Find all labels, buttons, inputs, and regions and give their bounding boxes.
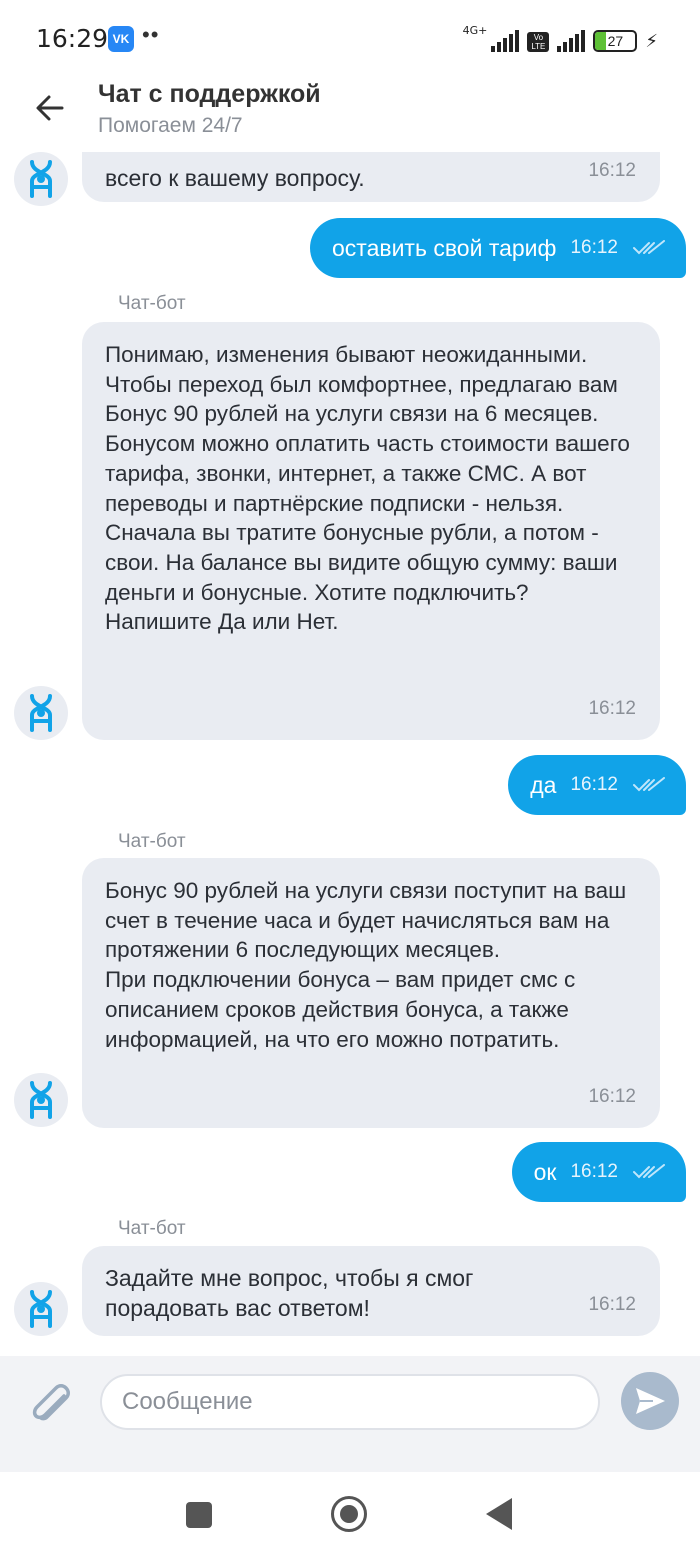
chat-header: Чат с поддержкой Помогаем 24/7 (0, 78, 700, 152)
message-text: Понимаю, изменения бывают неожиданными. … (105, 342, 630, 635)
status-bar: 16:29 VK •• 4G+ Vo LTE 27 ⚡ (0, 0, 700, 78)
bot-logo-icon (30, 1081, 52, 1119)
bot-message: Понимаю, изменения бывают неожиданными. … (82, 322, 660, 740)
sender-label: Чат-бот (118, 1218, 186, 1239)
message-time: 16:12 (570, 1161, 618, 1182)
battery-icon: 27 (593, 30, 638, 52)
signal-icon-2 (557, 30, 586, 52)
bot-avatar (14, 686, 68, 740)
send-icon (636, 1388, 665, 1414)
chat-messages[interactable]: всего к вашему вопросу. 16:12 оставить с… (0, 152, 700, 1356)
send-button[interactable] (621, 1372, 679, 1430)
system-back-button[interactable] (486, 1498, 512, 1530)
bot-avatar (14, 152, 68, 206)
battery-fill (595, 32, 607, 50)
message-text: оставить свой тариф (332, 234, 557, 261)
sender-label: Чат-бот (118, 293, 186, 314)
network-type-label: 4G+ (462, 24, 488, 37)
back-arrow-icon[interactable] (30, 88, 70, 128)
message-text: Бонус 90 рублей на услуги связи поступит… (105, 878, 627, 1052)
user-message: оставить свой тариф 16:12 (310, 218, 686, 278)
system-indicators: 4G+ Vo LTE 27 ⚡ (462, 24, 658, 52)
bot-avatar (14, 1073, 68, 1127)
sender-label: Чат-бот (118, 831, 186, 852)
charging-icon: ⚡ (645, 31, 658, 51)
bot-message: Задайте мне вопрос, чтобы я смог порадов… (82, 1246, 660, 1336)
paperclip-icon[interactable] (26, 1376, 76, 1426)
volte-icon: Vo LTE (527, 32, 550, 52)
vk-icon: VK (108, 26, 134, 52)
message-text: ок (533, 1158, 557, 1185)
bot-avatar (14, 1282, 68, 1336)
bot-logo-icon (30, 160, 52, 198)
message-time: 16:12 (570, 237, 618, 258)
message-composer (0, 1356, 700, 1472)
double-check-icon (633, 1164, 665, 1179)
message-time: 16:12 (570, 774, 618, 795)
bot-message: Бонус 90 рублей на услуги связи поступит… (82, 858, 660, 1128)
recent-apps-button[interactable] (186, 1502, 212, 1528)
double-check-icon (633, 240, 665, 255)
message-time: 16:12 (588, 698, 636, 720)
double-check-icon (633, 777, 665, 792)
bot-message: всего к вашему вопросу. 16:12 (82, 152, 660, 202)
home-button[interactable] (331, 1496, 367, 1532)
user-message: да 16:12 (508, 755, 686, 815)
message-time: 16:12 (588, 1294, 636, 1316)
status-time: 16:29 (36, 24, 109, 53)
user-message: ок 16:12 (511, 1142, 686, 1202)
message-text: всего к вашему вопросу. (105, 165, 365, 191)
more-notifications-icon: •• (142, 22, 160, 47)
system-nav-bar (0, 1472, 700, 1556)
page-title: Чат с поддержкой (98, 80, 321, 108)
message-time: 16:12 (588, 160, 636, 182)
message-text: да (530, 771, 557, 798)
bot-logo-icon (30, 694, 52, 732)
message-input[interactable] (100, 1374, 600, 1430)
page-subtitle: Помогаем 24/7 (98, 114, 243, 137)
bot-logo-icon (30, 1290, 52, 1328)
battery-level: 27 (607, 33, 624, 49)
message-time: 16:12 (588, 1086, 636, 1108)
signal-icon (491, 30, 520, 52)
message-text: Задайте мне вопрос, чтобы я смог порадов… (105, 1265, 474, 1321)
